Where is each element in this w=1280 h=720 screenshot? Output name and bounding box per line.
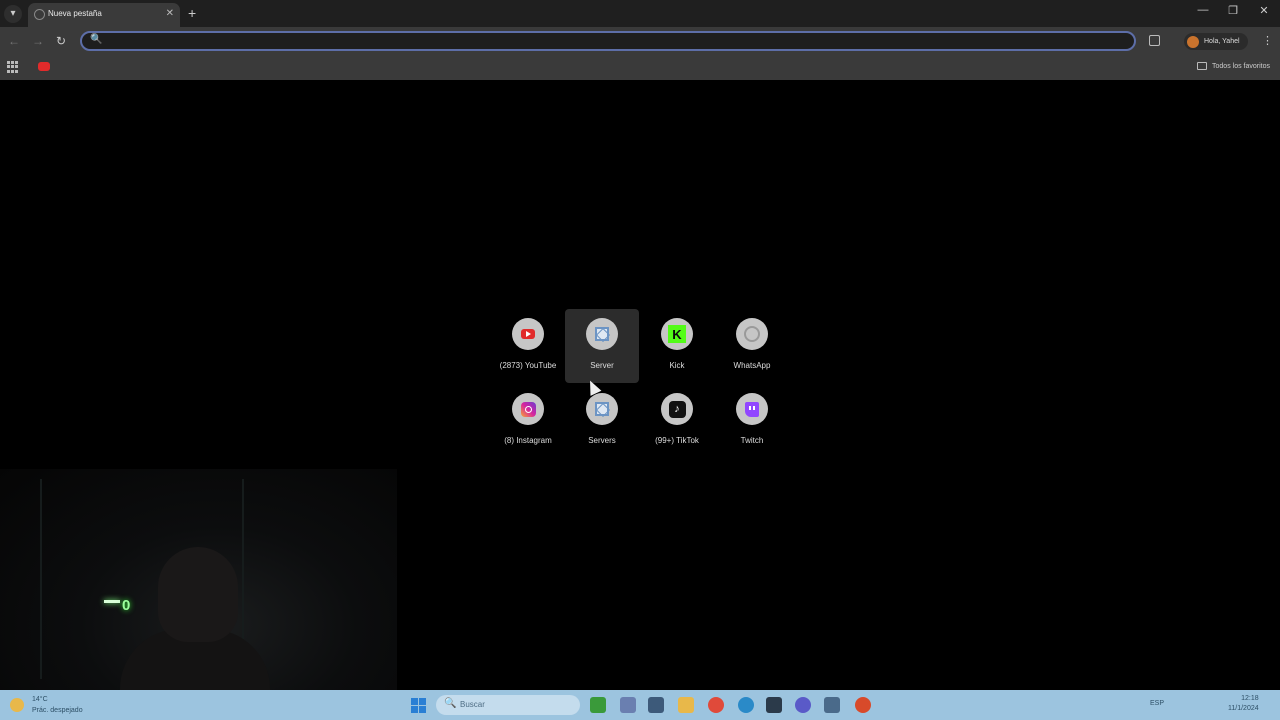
edge-icon[interactable]	[738, 697, 754, 713]
xbox-icon[interactable]	[590, 697, 606, 713]
terminal-icon[interactable]	[648, 697, 664, 713]
youtube-icon	[521, 329, 535, 339]
task-view-icon[interactable]	[620, 697, 636, 713]
shortcut-label: (8) Instagram	[504, 436, 552, 445]
tab-favicon-icon	[34, 9, 45, 20]
twitch-icon	[745, 401, 759, 417]
shortcut-tiktok[interactable]: ♪ (99+) TikTok	[640, 384, 714, 458]
new-tab-button[interactable]: +	[188, 5, 196, 21]
instagram-icon	[520, 401, 536, 417]
discord-icon[interactable]	[795, 697, 811, 713]
shortcut-icon-bg: ♪	[661, 393, 693, 425]
taskbar-search-placeholder: Buscar	[460, 700, 485, 709]
shortcut-whatsapp[interactable]: WhatsApp	[715, 309, 789, 383]
forward-button[interactable]: →	[32, 34, 44, 48]
shortcut-kick[interactable]: K Kick	[640, 309, 714, 383]
weather-temperature: 14°C	[32, 696, 48, 703]
profile-button[interactable]: Hola, Yahel	[1184, 33, 1248, 50]
shortcut-label: Server	[590, 361, 614, 370]
minimize-button[interactable]: —	[1188, 4, 1218, 16]
shortcut-label: Twitch	[740, 436, 764, 445]
bookmarks-bar: Todos los favoritos	[0, 56, 1280, 80]
search-icon: 🔍	[444, 698, 457, 709]
shortcut-icon-bg: K	[661, 318, 693, 350]
shortcut-youtube[interactable]: (2873) YouTube	[491, 309, 565, 383]
shortcut-instagram[interactable]: (8) Instagram	[491, 384, 565, 458]
shortcut-icon-bg	[586, 318, 618, 350]
shortcut-icon-bg	[586, 393, 618, 425]
start-button[interactable]	[411, 698, 426, 713]
close-window-button[interactable]: ✕	[1249, 4, 1279, 17]
address-input[interactable]	[106, 34, 1120, 50]
clock-time: 12:18	[1241, 695, 1259, 702]
restore-button[interactable]: ❐	[1218, 4, 1248, 17]
windows-taskbar: 14°C Prác. despejado 🔍 Buscar ESP 12:18 …	[0, 690, 1280, 720]
shortcut-label: Servers	[588, 436, 616, 445]
shortcut-icon-bg	[512, 393, 544, 425]
weather-description: Prác. despejado	[32, 707, 83, 714]
taskbar-search[interactable]: 🔍 Buscar	[436, 695, 580, 715]
shortcut-icon-bg	[736, 393, 768, 425]
shortcut-icon-bg	[512, 318, 544, 350]
tray-language[interactable]: ESP	[1150, 700, 1164, 707]
apps-grid-icon[interactable]	[7, 61, 19, 73]
chrome-alt-icon[interactable]	[855, 697, 871, 713]
avatar	[1187, 35, 1199, 48]
server-icon	[595, 327, 609, 341]
shortcut-label: WhatsApp	[733, 361, 771, 370]
tab-search-button[interactable]: ▾	[4, 5, 22, 23]
shortcut-twitch[interactable]: Twitch	[715, 384, 789, 458]
webcam-display-digit: 0	[122, 597, 131, 614]
youtube-bookmark-icon[interactable]	[38, 62, 50, 71]
shortcut-label: (2873) YouTube	[499, 361, 557, 370]
profile-name: Hola, Yahel	[1204, 38, 1240, 45]
whatsapp-icon	[744, 326, 760, 342]
clock-date: 11/1/2024	[1228, 705, 1259, 712]
shortcut-servers[interactable]: Servers	[565, 384, 639, 458]
folder-icon	[1197, 62, 1208, 70]
tab-close-button[interactable]: ✕	[166, 8, 174, 19]
shortcut-label: (99+) TikTok	[655, 436, 699, 445]
webcam-overlay: 0	[0, 469, 397, 692]
all-bookmarks-button[interactable]: Todos los favoritos	[1197, 62, 1270, 70]
browser-menu-button[interactable]: ⋮	[1262, 34, 1273, 47]
taskbar-clock[interactable]: 12:18 11/1/2024	[1228, 694, 1259, 714]
weather-sun-icon	[10, 698, 24, 712]
kick-icon: K	[668, 325, 686, 343]
shortcut-label: Kick	[669, 361, 685, 370]
file-explorer-icon[interactable]	[678, 697, 694, 713]
store-icon[interactable]	[766, 697, 782, 713]
address-bar[interactable]: 🔍	[80, 31, 1136, 51]
tab-title: Nueva pestaña	[48, 9, 102, 18]
tiktok-icon: ♪	[668, 400, 686, 418]
server-icon	[595, 402, 609, 416]
shortcut-icon-bg	[736, 318, 768, 350]
security-icon[interactable]	[824, 697, 840, 713]
shortcut-grid: (2873) YouTube Server K Kick WhatsApp (8…	[491, 309, 791, 459]
all-bookmarks-label: Todos los favoritos	[1212, 62, 1270, 70]
shortcut-server[interactable]: Server	[565, 309, 639, 383]
webcam-light	[104, 600, 120, 603]
search-icon: 🔍	[90, 34, 103, 45]
extensions-icon[interactable]	[1149, 35, 1160, 46]
back-button[interactable]: ←	[8, 34, 20, 48]
chrome-icon[interactable]	[708, 697, 724, 713]
webcam-person-head	[158, 547, 238, 642]
tab-new-tab[interactable]: Nueva pestaña ✕	[28, 3, 180, 27]
reload-button[interactable]: ↻	[56, 34, 66, 48]
browser-titlebar: ▾ Nueva pestaña ✕ + — ❐ ✕	[0, 0, 1280, 27]
